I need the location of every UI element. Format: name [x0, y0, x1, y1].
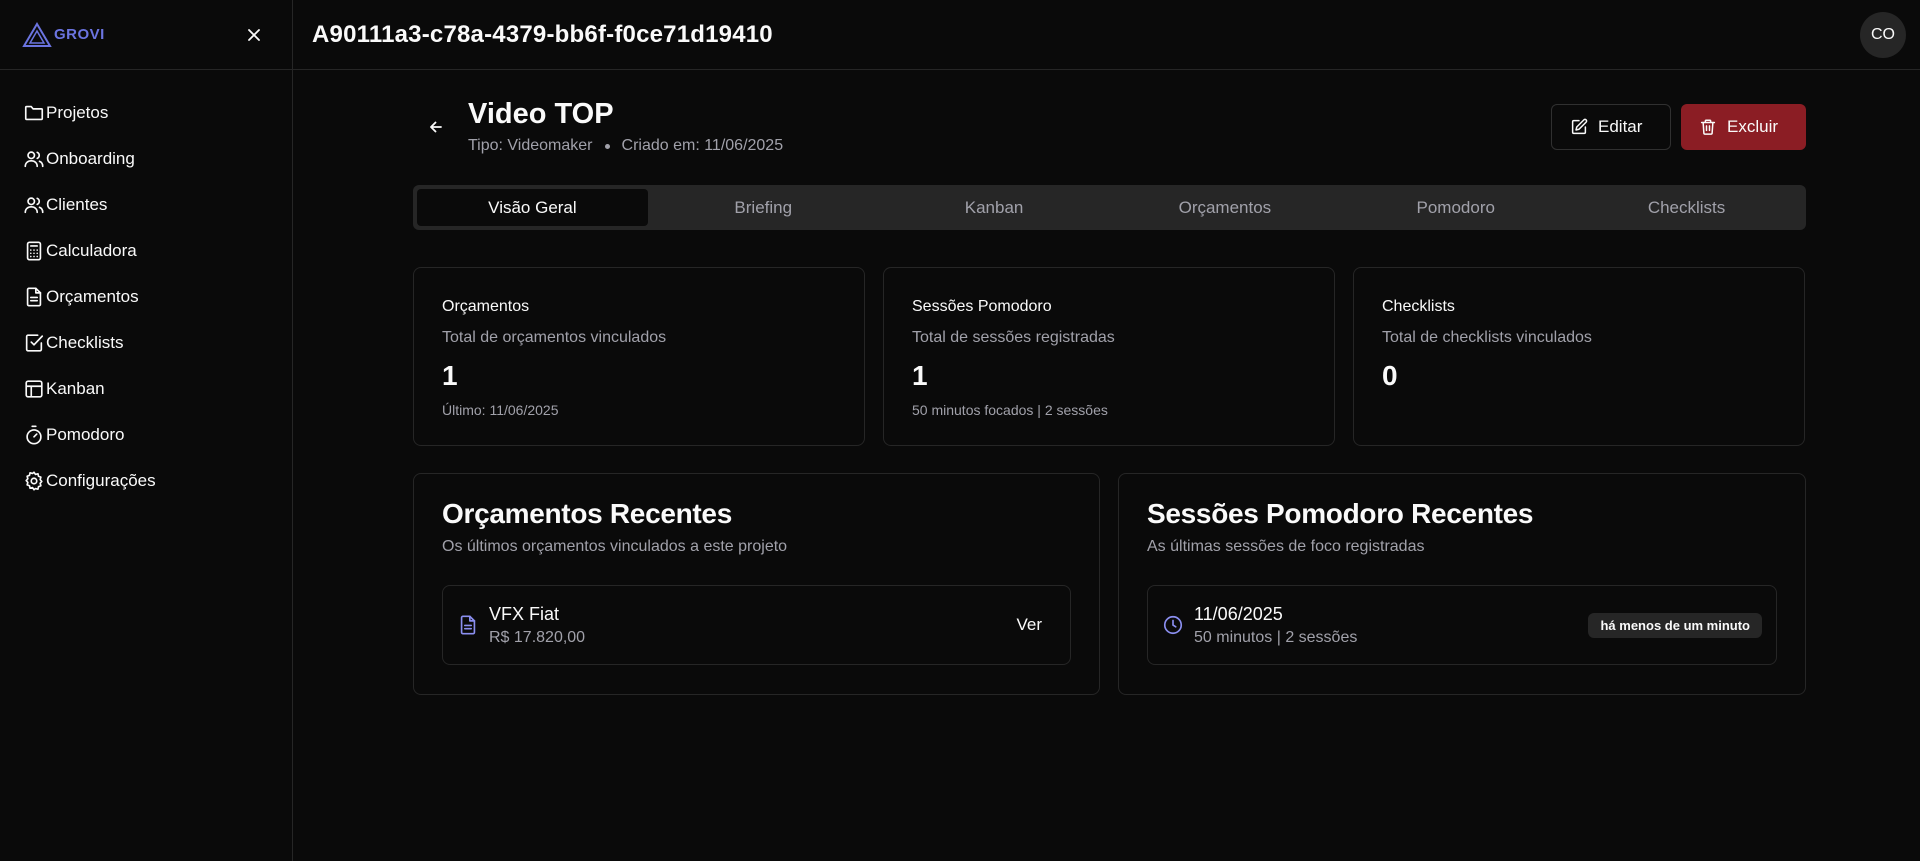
edit-label: Editar — [1598, 117, 1643, 136]
sidebar-item-label: Pomodoro — [46, 425, 125, 444]
stat-value: 1 — [442, 360, 458, 391]
tab-visao-geral[interactable]: Visão Geral — [417, 189, 648, 226]
session-date: 11/06/2025 — [1194, 603, 1283, 624]
card-desc: As últimas sessões de foco registradas — [1147, 538, 1425, 555]
list-item-text: 11/06/2025 50 minutos | 2 sessões — [1194, 604, 1357, 647]
stat-desc: Total de checklists vinculados — [1382, 329, 1592, 346]
stat-desc: Total de orçamentos vinculados — [442, 329, 667, 346]
file-text-icon — [26, 287, 42, 307]
edit-button[interactable]: Editar — [1551, 104, 1671, 150]
sidebar-item-label: Kanban — [46, 379, 105, 398]
project-created: Criado em: 11/06/2025 — [621, 137, 784, 154]
separator-dot — [604, 143, 610, 149]
stat-value: 1 — [912, 360, 928, 391]
sidebar-item-calculadora[interactable]: Calculadora — [0, 228, 292, 274]
settings-icon — [25, 471, 43, 491]
sidebar-item-checklists[interactable]: Checklists — [0, 320, 292, 366]
stat-desc: Total de sessões registradas — [912, 329, 1115, 346]
close-sidebar-button[interactable] — [242, 23, 266, 47]
sidebar-item-projetos[interactable]: Projetos — [0, 90, 292, 136]
recent-budgets-card: Orçamentos Recentes Os últimos orçamento… — [413, 473, 1100, 695]
project-actions: Editar Excluir — [1551, 104, 1806, 150]
back-button[interactable] — [425, 116, 447, 138]
card-title: Orçamentos Recentes — [442, 498, 732, 529]
stat-foot: 50 minutos focados | 2 sessões — [912, 402, 1108, 418]
session-detail: 50 minutos | 2 sessões — [1194, 628, 1358, 646]
sidebar-item-onboarding[interactable]: Onboarding — [0, 136, 292, 182]
layout-icon — [25, 380, 43, 398]
avatar[interactable]: CO — [1860, 11, 1906, 58]
edit-icon — [1571, 118, 1588, 135]
main-content: Video TOP Tipo: Videomaker Criado em: 11… — [413, 70, 1806, 695]
logo-text: GROVI — [54, 26, 105, 43]
recent-row: Orçamentos Recentes Os últimos orçamento… — [413, 473, 1806, 695]
sidebar-item-label: Configurações — [46, 471, 156, 490]
status-badge: há menos de um minuto — [1588, 613, 1762, 638]
page-title: A90111a3-c78a-4379-bb6f-f0ce71d19410 — [312, 20, 773, 48]
sidebar-item-clientes[interactable]: Clientes — [0, 182, 292, 228]
folder-icon — [24, 105, 44, 121]
tab-orcamentos[interactable]: Orçamentos — [1109, 189, 1340, 226]
delete-button[interactable]: Excluir — [1681, 104, 1806, 150]
tab-checklists[interactable]: Checklists — [1571, 189, 1802, 226]
budget-name: VFX Fiat — [489, 603, 560, 624]
recent-sessions-card: Sessões Pomodoro Recentes As últimas ses… — [1118, 473, 1806, 695]
sidebar-item-label: Checklists — [46, 333, 124, 352]
sidebar-nav: Projetos Onboarding Clientes Calculadora… — [0, 70, 292, 504]
project-title: Video TOP — [468, 98, 614, 130]
list-item[interactable]: 11/06/2025 50 minutos | 2 sessões há men… — [1147, 585, 1777, 665]
sidebar-item-orcamentos[interactable]: Orçamentos — [0, 274, 292, 320]
stat-card-sessoes: Sessões Pomodoro Total de sessões regist… — [883, 267, 1335, 446]
sidebar-item-label: Calculadora — [46, 241, 137, 260]
budget-amount: R$ 17.820,00 — [489, 628, 586, 646]
stat-card-orcamentos: Orçamentos Total de orçamentos vinculado… — [413, 267, 865, 446]
close-icon — [248, 28, 260, 41]
stat-foot: Último: 11/06/2025 — [442, 402, 559, 418]
stats-row: Orçamentos Total de orçamentos vinculado… — [413, 267, 1806, 446]
view-button[interactable]: Ver — [1002, 605, 1056, 645]
sidebar-item-kanban[interactable]: Kanban — [0, 366, 292, 412]
project-type: Tipo: Videomaker — [468, 137, 593, 154]
file-text-icon — [460, 615, 476, 635]
list-item[interactable]: VFX Fiat R$ 17.820,00 Ver — [442, 585, 1071, 665]
clock-icon — [1163, 615, 1183, 635]
tab-pomodoro[interactable]: Pomodoro — [1340, 189, 1571, 226]
sidebar-item-label: Onboarding — [46, 149, 135, 168]
list-item-text: VFX Fiat R$ 17.820,00 — [489, 604, 585, 647]
timer-icon — [26, 425, 42, 445]
trash-icon — [1700, 119, 1716, 135]
check-square-icon — [25, 334, 44, 352]
sidebar: GROVI Projetos Onboarding Clientes Calcu… — [0, 0, 293, 861]
project-meta: Tipo: Videomaker Criado em: 11/06/2025 — [468, 137, 783, 155]
delete-label: Excluir — [1727, 117, 1779, 136]
stat-card-checklists: Checklists Total de checklists vinculado… — [1353, 267, 1805, 446]
logo-icon — [22, 21, 52, 47]
topbar: A90111a3-c78a-4379-bb6f-f0ce71d19410 CO — [293, 0, 1920, 70]
project-header: Video TOP Tipo: Videomaker Criado em: 11… — [413, 70, 1806, 185]
card-title: Sessões Pomodoro Recentes — [1147, 498, 1534, 529]
sidebar-item-label: Projetos — [46, 103, 109, 122]
sidebar-item-label: Orçamentos — [46, 287, 139, 306]
stat-title: Sessões Pomodoro — [912, 298, 1052, 315]
logo[interactable]: GROVI — [22, 21, 105, 48]
tab-bar: Visão Geral Briefing Kanban Orçamentos P… — [413, 185, 1806, 230]
sidebar-header: GROVI — [0, 0, 292, 70]
sidebar-item-label: Clientes — [46, 195, 108, 214]
tab-briefing[interactable]: Briefing — [648, 189, 879, 226]
stat-title: Checklists — [1382, 298, 1455, 315]
tab-kanban[interactable]: Kanban — [879, 189, 1110, 226]
stat-title: Orçamentos — [442, 298, 530, 315]
stat-value: 0 — [1382, 360, 1398, 391]
calculator-icon — [26, 241, 42, 261]
users-icon — [24, 197, 44, 214]
card-desc: Os últimos orçamentos vinculados a este … — [442, 538, 788, 555]
sidebar-item-configuracoes[interactable]: Configurações — [0, 458, 292, 504]
sidebar-item-pomodoro[interactable]: Pomodoro — [0, 412, 292, 458]
users-icon — [24, 151, 44, 168]
arrow-left-icon — [430, 121, 442, 133]
